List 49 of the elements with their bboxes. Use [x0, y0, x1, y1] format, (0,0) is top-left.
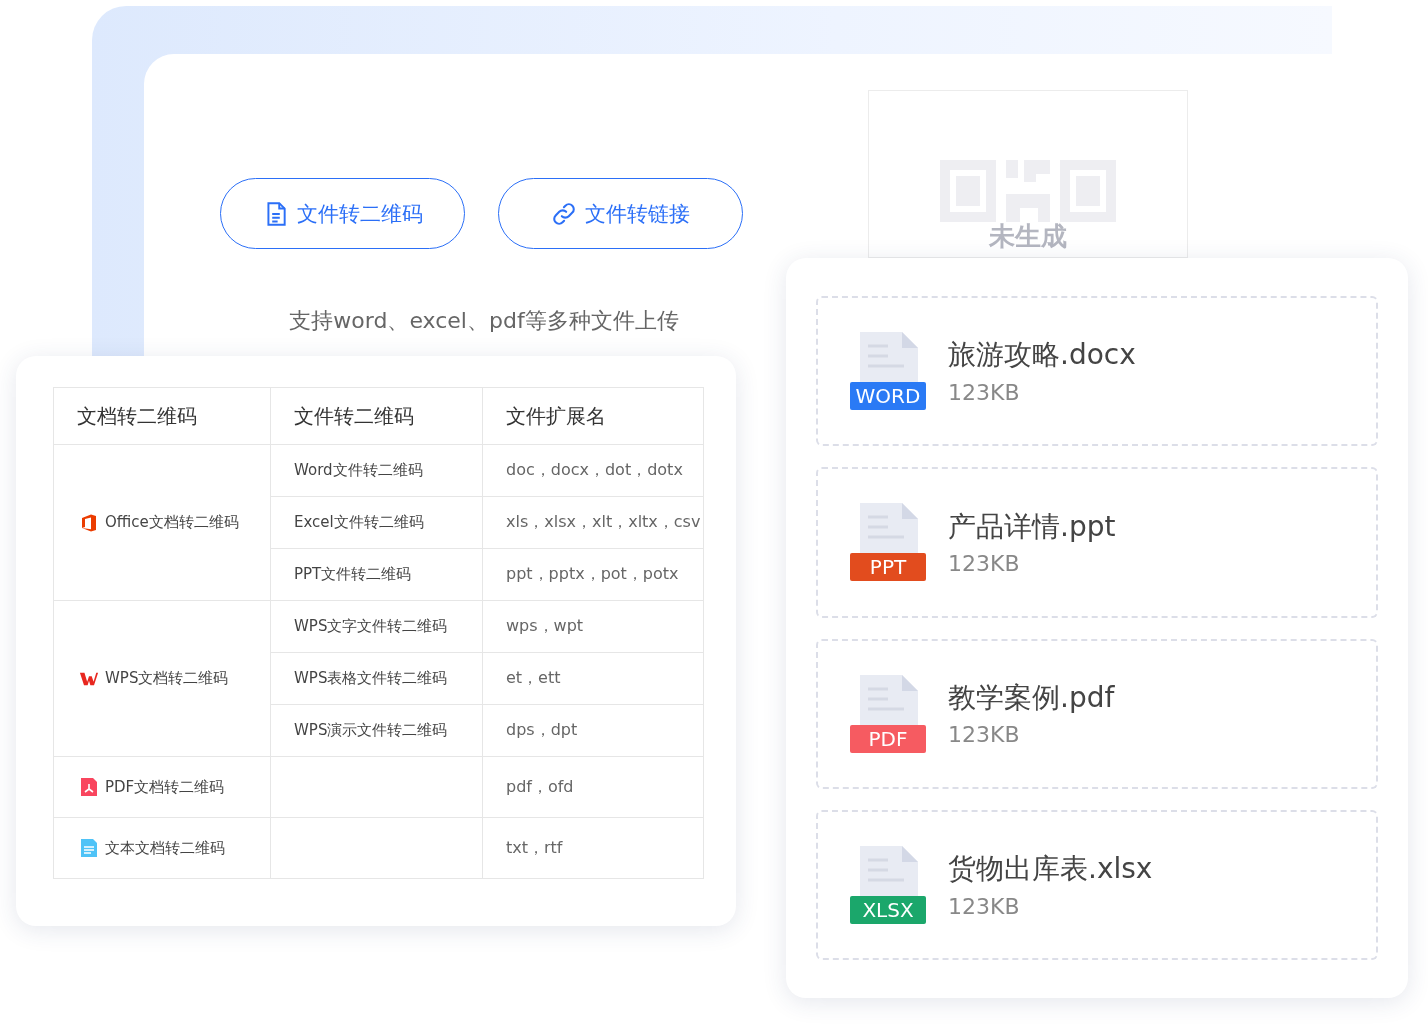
column-header: 文档转二维码 — [53, 387, 271, 445]
table-cell: PPT文件转二维码 — [270, 548, 483, 601]
file-type-badge: WORD — [850, 382, 926, 411]
pdf-file-icon — [79, 777, 99, 797]
file-card[interactable]: PDF 教学案例.pdf 123KB — [816, 638, 1378, 789]
file-name: 旅游攻略.docx — [948, 337, 1136, 374]
format-group-label: Office文档转二维码 — [105, 513, 239, 532]
format-group-label: PDF文档转二维码 — [105, 777, 225, 797]
table-cell: wps，wpt — [482, 600, 704, 653]
table-cell: WPS文字文件转二维码 — [270, 600, 483, 653]
file-card[interactable]: XLSX 货物出库表.xlsx 123KB — [816, 809, 1378, 960]
file-icon — [860, 332, 918, 385]
file-size: 123KB — [948, 379, 1021, 405]
document-convert-button[interactable]: 文件转二维码 — [220, 178, 465, 249]
upload-hint: 支持word、excel、pdf等多种文件上传 — [288, 307, 680, 335]
file-type-badge: XLSX — [850, 895, 926, 924]
file-icon — [860, 845, 918, 898]
file-name: 货物出库表.xlsx — [948, 851, 1153, 888]
link-icon — [551, 200, 577, 227]
file-card[interactable]: PPT 产品详情.ppt 123KB — [816, 467, 1378, 618]
file-type-badge: PPT — [850, 553, 926, 582]
file-size: 123KB — [948, 893, 1021, 919]
table-cell: dps，dpt — [482, 704, 704, 757]
table-cell: WPS表格文件转二维码 — [270, 652, 483, 705]
file-card[interactable]: WORD 旅游攻略.docx 123KB — [816, 296, 1378, 447]
format-group-label: WPS文档转二维码 — [105, 669, 229, 688]
table-cell: pdf，ofd — [482, 756, 704, 818]
table-cell: doc，docx，dot，dotx — [482, 444, 704, 497]
table-cell: Excel文件转二维码 — [270, 496, 483, 549]
file-size: 123KB — [948, 722, 1021, 748]
file-icon — [860, 674, 918, 727]
link-convert-button[interactable]: 文件转链接 — [498, 178, 743, 249]
table-cell: Word文件转二维码 — [270, 444, 483, 497]
table-cell: txt，rtf — [482, 817, 704, 879]
file-icon — [860, 503, 918, 556]
column-header: 文件扩展名 — [482, 387, 704, 445]
table-cell: ppt，pptx，pot，potx — [482, 548, 704, 601]
file-size: 123KB — [948, 551, 1021, 577]
table-cell: WPS演示文件转二维码 — [270, 704, 483, 757]
format-group-label: 文本文档转二维码 — [105, 838, 225, 858]
qr-status-label: 未生成 — [989, 222, 1067, 251]
file-name: 教学案例.pdf — [948, 679, 1115, 716]
text-file-icon — [79, 838, 99, 858]
office-icon — [79, 512, 99, 533]
column-header: 文件转二维码 — [270, 387, 483, 445]
file-type-badge: PDF — [850, 724, 926, 753]
file-name: 产品详情.ppt — [948, 508, 1116, 545]
table-cell: xls，xlsx，xlt，xltx，csv — [482, 496, 704, 549]
table-cell: et，ett — [482, 652, 704, 705]
